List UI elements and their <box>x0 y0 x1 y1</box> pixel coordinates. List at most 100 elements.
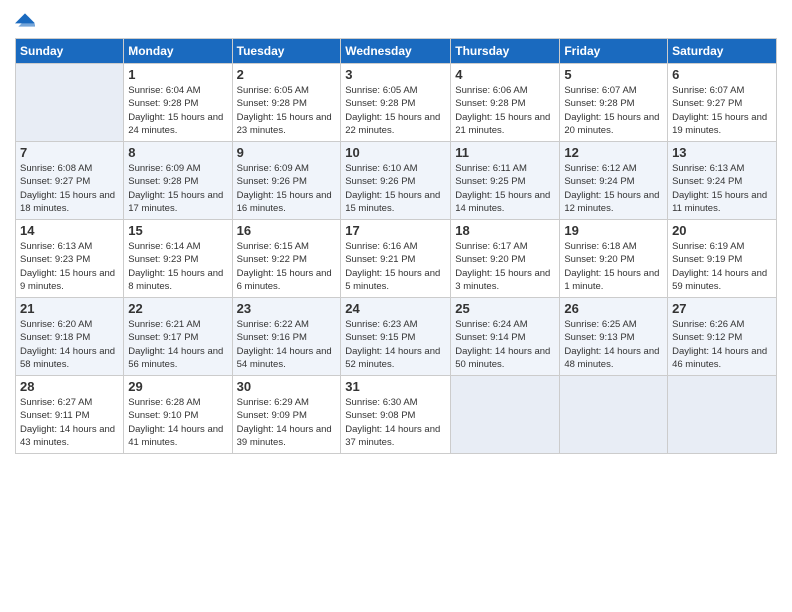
calendar-cell <box>668 376 777 454</box>
calendar-cell: 9Sunrise: 6:09 AMSunset: 9:26 PMDaylight… <box>232 142 341 220</box>
calendar-cell: 11 Sunrise: 6:11 AMSunset: 9:25 PMDayligh… <box>451 142 560 220</box>
day-number: 8 <box>128 145 227 160</box>
day-info: Sunrise: 6:09 AMSunset: 9:28 PMDaylight:… <box>128 162 227 215</box>
day-number: 31 <box>345 379 446 394</box>
calendar-cell: 29 Sunrise: 6:28 AMSunset: 9:10 PMDayligh… <box>124 376 232 454</box>
day-number: 1 <box>128 67 227 82</box>
calendar-week-row: 21 Sunrise: 6:20 AMSunset: 9:18 PMDayligh… <box>16 298 777 376</box>
day-info: Sunrise: 6:10 AMSunset: 9:26 PMDaylight:… <box>345 162 446 215</box>
calendar-cell: 10 Sunrise: 6:10 AMSunset: 9:26 PMDayligh… <box>341 142 451 220</box>
calendar-cell: 28Sunrise: 6:27 AMSunset: 9:11 PMDayligh… <box>16 376 124 454</box>
day-info: Sunrise: 6:16 AMSunset: 9:21 PMDaylight:… <box>345 240 446 293</box>
calendar-cell: 22Sunrise: 6:21 AMSunset: 9:17 PMDayligh… <box>124 298 232 376</box>
day-number: 23 <box>237 301 337 316</box>
weekday-header: Friday <box>560 39 668 64</box>
day-number: 14 <box>20 223 119 238</box>
day-info: Sunrise: 6:15 AMSunset: 9:22 PMDaylight:… <box>237 240 337 293</box>
day-info: Sunrise: 6:19 AMSunset: 9:19 PMDaylight:… <box>672 240 772 293</box>
day-info: Sunrise: 6:21 AMSunset: 9:17 PMDaylight:… <box>128 318 227 371</box>
weekday-header: Tuesday <box>232 39 341 64</box>
calendar-cell: 23 Sunrise: 6:22 AMSunset: 9:16 PMDayligh… <box>232 298 341 376</box>
logo <box>15 10 37 30</box>
day-number: 25 <box>455 301 555 316</box>
day-info: Sunrise: 6:04 AMSunset: 9:28 PMDaylight:… <box>128 84 227 137</box>
day-info: Sunrise: 6:07 AMSunset: 9:27 PMDaylight:… <box>672 84 772 137</box>
day-info: Sunrise: 6:12 AMSunset: 9:24 PMDaylight:… <box>564 162 663 215</box>
day-number: 5 <box>564 67 663 82</box>
calendar-cell: 2 Sunrise: 6:05 AMSunset: 9:28 PMDaylight… <box>232 64 341 142</box>
calendar-cell <box>451 376 560 454</box>
calendar-week-row: 14 Sunrise: 6:13 AMSunset: 9:23 PMDayligh… <box>16 220 777 298</box>
calendar-cell: 5 Sunrise: 6:07 AMSunset: 9:28 PMDaylight… <box>560 64 668 142</box>
weekday-header: Monday <box>124 39 232 64</box>
day-number: 26 <box>564 301 663 316</box>
day-info: Sunrise: 6:05 AMSunset: 9:28 PMDaylight:… <box>237 84 337 137</box>
day-info: Sunrise: 6:30 AMSunset: 9:08 PMDaylight:… <box>345 396 446 449</box>
day-number: 7 <box>20 145 119 160</box>
calendar-cell: 24Sunrise: 6:23 AMSunset: 9:15 PMDayligh… <box>341 298 451 376</box>
day-info: Sunrise: 6:08 AMSunset: 9:27 PMDaylight:… <box>20 162 119 215</box>
day-info: Sunrise: 6:05 AMSunset: 9:28 PMDaylight:… <box>345 84 446 137</box>
day-info: Sunrise: 6:07 AMSunset: 9:28 PMDaylight:… <box>564 84 663 137</box>
day-number: 2 <box>237 67 337 82</box>
calendar-cell: 12Sunrise: 6:12 AMSunset: 9:24 PMDayligh… <box>560 142 668 220</box>
day-info: Sunrise: 6:14 AMSunset: 9:23 PMDaylight:… <box>128 240 227 293</box>
page-container: SundayMondayTuesdayWednesdayThursdayFrid… <box>0 0 792 464</box>
calendar-week-row: 7 Sunrise: 6:08 AMSunset: 9:27 PMDaylight… <box>16 142 777 220</box>
day-number: 4 <box>455 67 555 82</box>
day-info: Sunrise: 6:29 AMSunset: 9:09 PMDaylight:… <box>237 396 337 449</box>
calendar-cell: 14 Sunrise: 6:13 AMSunset: 9:23 PMDayligh… <box>16 220 124 298</box>
calendar-cell: 21 Sunrise: 6:20 AMSunset: 9:18 PMDayligh… <box>16 298 124 376</box>
calendar-week-row: 28Sunrise: 6:27 AMSunset: 9:11 PMDayligh… <box>16 376 777 454</box>
day-number: 15 <box>128 223 227 238</box>
day-number: 16 <box>237 223 337 238</box>
calendar-cell: 13 Sunrise: 6:13 AMSunset: 9:24 PMDayligh… <box>668 142 777 220</box>
weekday-header: Thursday <box>451 39 560 64</box>
calendar-cell: 30 Sunrise: 6:29 AMSunset: 9:09 PMDayligh… <box>232 376 341 454</box>
calendar-cell: 26Sunrise: 6:25 AMSunset: 9:13 PMDayligh… <box>560 298 668 376</box>
weekday-header: Sunday <box>16 39 124 64</box>
day-number: 6 <box>672 67 772 82</box>
calendar-cell: 20 Sunrise: 6:19 AMSunset: 9:19 PMDayligh… <box>668 220 777 298</box>
calendar-cell: 3 Sunrise: 6:05 AMSunset: 9:28 PMDaylight… <box>341 64 451 142</box>
day-info: Sunrise: 6:26 AMSunset: 9:12 PMDaylight:… <box>672 318 772 371</box>
calendar-cell <box>16 64 124 142</box>
weekday-header-row: SundayMondayTuesdayWednesdayThursdayFrid… <box>16 39 777 64</box>
calendar-cell: 31 Sunrise: 6:30 AMSunset: 9:08 PMDayligh… <box>341 376 451 454</box>
day-number: 20 <box>672 223 772 238</box>
calendar-cell: 1 Sunrise: 6:04 AMSunset: 9:28 PMDaylight… <box>124 64 232 142</box>
day-number: 27 <box>672 301 772 316</box>
day-info: Sunrise: 6:20 AMSunset: 9:18 PMDaylight:… <box>20 318 119 371</box>
day-number: 19 <box>564 223 663 238</box>
day-info: Sunrise: 6:13 AMSunset: 9:23 PMDaylight:… <box>20 240 119 293</box>
header <box>15 10 777 30</box>
calendar-cell: 18Sunrise: 6:17 AMSunset: 9:20 PMDayligh… <box>451 220 560 298</box>
day-number: 21 <box>20 301 119 316</box>
calendar-cell: 16 Sunrise: 6:15 AMSunset: 9:22 PMDayligh… <box>232 220 341 298</box>
calendar-cell: 27 Sunrise: 6:26 AMSunset: 9:12 PMDayligh… <box>668 298 777 376</box>
day-number: 3 <box>345 67 446 82</box>
calendar-cell: 17 Sunrise: 6:16 AMSunset: 9:21 PMDayligh… <box>341 220 451 298</box>
day-info: Sunrise: 6:11 AMSunset: 9:25 PMDaylight:… <box>455 162 555 215</box>
day-info: Sunrise: 6:24 AMSunset: 9:14 PMDaylight:… <box>455 318 555 371</box>
calendar-cell: 19 Sunrise: 6:18 AMSunset: 9:20 PMDayligh… <box>560 220 668 298</box>
day-number: 17 <box>345 223 446 238</box>
calendar-cell: 8 Sunrise: 6:09 AMSunset: 9:28 PMDaylight… <box>124 142 232 220</box>
day-number: 11 <box>455 145 555 160</box>
day-number: 29 <box>128 379 227 394</box>
calendar-week-row: 1 Sunrise: 6:04 AMSunset: 9:28 PMDaylight… <box>16 64 777 142</box>
day-info: Sunrise: 6:22 AMSunset: 9:16 PMDaylight:… <box>237 318 337 371</box>
day-number: 10 <box>345 145 446 160</box>
calendar-table: SundayMondayTuesdayWednesdayThursdayFrid… <box>15 38 777 454</box>
weekday-header: Saturday <box>668 39 777 64</box>
calendar-cell: 7 Sunrise: 6:08 AMSunset: 9:27 PMDaylight… <box>16 142 124 220</box>
day-info: Sunrise: 6:13 AMSunset: 9:24 PMDaylight:… <box>672 162 772 215</box>
day-info: Sunrise: 6:18 AMSunset: 9:20 PMDaylight:… <box>564 240 663 293</box>
logo-icon <box>15 10 35 30</box>
day-info: Sunrise: 6:23 AMSunset: 9:15 PMDaylight:… <box>345 318 446 371</box>
day-number: 13 <box>672 145 772 160</box>
day-number: 9 <box>237 145 337 160</box>
day-number: 30 <box>237 379 337 394</box>
day-info: Sunrise: 6:17 AMSunset: 9:20 PMDaylight:… <box>455 240 555 293</box>
day-info: Sunrise: 6:28 AMSunset: 9:10 PMDaylight:… <box>128 396 227 449</box>
